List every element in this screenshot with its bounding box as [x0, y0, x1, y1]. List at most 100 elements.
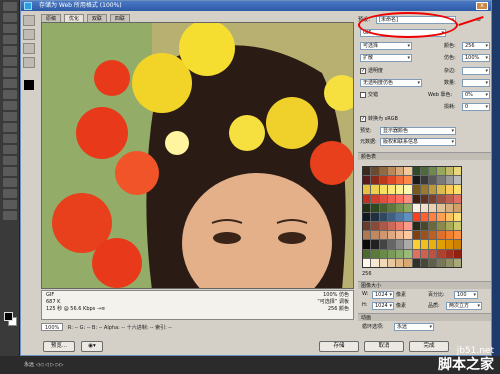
move-tool-icon[interactable]: [3, 2, 17, 11]
amount-select[interactable]: [462, 79, 490, 87]
color-table-swatch[interactable]: [437, 185, 445, 194]
color-table-swatch[interactable]: [363, 212, 371, 222]
loop-select[interactable]: 永远: [394, 323, 434, 331]
color-table-swatch[interactable]: [379, 240, 387, 249]
color-table-swatch[interactable]: [437, 258, 445, 267]
color-table-swatch[interactable]: [371, 185, 379, 194]
preview-select[interactable]: 显示器颜色: [380, 127, 456, 135]
color-table-swatch[interactable]: [420, 185, 428, 194]
color-table-swatch[interactable]: [363, 231, 371, 240]
color-table-swatch[interactable]: [387, 222, 395, 231]
color-table-swatch[interactable]: [363, 194, 371, 203]
color-table-swatch[interactable]: [420, 176, 428, 185]
color-table-swatch[interactable]: [396, 203, 404, 212]
color-table-swatch[interactable]: [412, 258, 420, 267]
color-table-swatch[interactable]: [363, 222, 371, 231]
color-table-swatch[interactable]: [379, 258, 387, 267]
color-table-swatch[interactable]: [429, 167, 437, 176]
color-table-swatch[interactable]: [396, 222, 404, 231]
metadata-select[interactable]: 版权和联系信息: [380, 138, 456, 146]
color-table-swatch[interactable]: [379, 167, 387, 176]
hand-tool-icon[interactable]: [3, 200, 17, 209]
color-reduction-select[interactable]: 可选择: [360, 42, 412, 50]
eraser-tool-icon[interactable]: [3, 112, 17, 121]
color-table-swatch[interactable]: [371, 203, 379, 212]
color-table-swatch[interactable]: [404, 176, 412, 185]
color-table-swatch[interactable]: [429, 258, 437, 267]
color-table-swatch[interactable]: [453, 212, 461, 222]
color-table-swatch[interactable]: [412, 176, 420, 185]
color-table-swatch[interactable]: [363, 203, 371, 212]
color-table-swatch[interactable]: [363, 185, 371, 194]
browser-icon[interactable]: ◉▾: [81, 341, 103, 352]
color-table-swatch[interactable]: [387, 203, 395, 212]
color-table-swatch[interactable]: [396, 176, 404, 185]
color-table-swatch[interactable]: [453, 231, 461, 240]
color-table-swatch[interactable]: [437, 203, 445, 212]
color-table-swatch[interactable]: [445, 212, 453, 222]
color-table-swatch[interactable]: [412, 222, 420, 231]
zoom-tool-icon[interactable]: [23, 43, 35, 54]
magic-wand-tool-icon[interactable]: [3, 35, 17, 44]
color-table-swatch[interactable]: [412, 231, 420, 240]
color-table-swatch[interactable]: [437, 212, 445, 222]
color-table[interactable]: [362, 166, 462, 268]
color-table-swatch[interactable]: [404, 231, 412, 240]
shape-tool-icon[interactable]: [3, 189, 17, 198]
color-table-swatch[interactable]: [445, 222, 453, 231]
color-table-swatch[interactable]: [404, 258, 412, 267]
color-table-swatch[interactable]: [387, 258, 395, 267]
matte-select[interactable]: [462, 67, 490, 75]
color-table-header[interactable]: 颜色表: [358, 152, 491, 160]
color-table-swatch[interactable]: [404, 185, 412, 194]
color-table-swatch[interactable]: [379, 222, 387, 231]
color-table-swatch[interactable]: [453, 167, 461, 176]
color-table-swatch[interactable]: [387, 194, 395, 203]
height-input[interactable]: 1024: [372, 302, 394, 310]
foreground-color-swatch[interactable]: [4, 312, 13, 321]
color-table-swatch[interactable]: [371, 240, 379, 249]
color-table-swatch[interactable]: [445, 167, 453, 176]
color-table-swatch[interactable]: [396, 249, 404, 258]
color-table-swatch[interactable]: [429, 194, 437, 203]
brush-tool-icon[interactable]: [3, 79, 17, 88]
web-snap-select[interactable]: 0%: [462, 91, 490, 99]
color-table-swatch[interactable]: [453, 240, 461, 249]
color-table-swatch[interactable]: [445, 185, 453, 194]
color-table-swatch[interactable]: [371, 176, 379, 185]
color-table-swatch[interactable]: [429, 185, 437, 194]
path-select-tool-icon[interactable]: [3, 178, 17, 187]
color-table-swatch[interactable]: [420, 194, 428, 203]
quality-select[interactable]: 两次立方: [446, 302, 482, 310]
color-table-swatch[interactable]: [371, 194, 379, 203]
transparency-checkbox[interactable]: ✓: [360, 67, 366, 74]
color-table-swatch[interactable]: [437, 249, 445, 258]
history-brush-tool-icon[interactable]: [3, 101, 17, 110]
hand-tool-icon[interactable]: [23, 15, 35, 26]
zoom-select[interactable]: 100%: [41, 323, 64, 331]
color-table-swatch[interactable]: [371, 167, 379, 176]
tab-original[interactable]: 原稿: [41, 14, 62, 22]
pen-tool-icon[interactable]: [3, 156, 17, 165]
color-table-swatch[interactable]: [453, 222, 461, 231]
color-table-swatch[interactable]: [445, 240, 453, 249]
color-table-swatch[interactable]: [387, 240, 395, 249]
color-table-swatch[interactable]: [412, 185, 420, 194]
color-table-swatch[interactable]: [379, 249, 387, 258]
speed-menu-icon[interactable]: →≡: [97, 306, 105, 312]
slice-select-tool-icon[interactable]: [23, 29, 35, 40]
zoom-tool-icon[interactable]: [3, 211, 17, 220]
color-table-swatch[interactable]: [379, 194, 387, 203]
color-table-swatch[interactable]: [420, 212, 428, 222]
eyedropper-tool-icon[interactable]: [23, 57, 35, 68]
color-table-swatch[interactable]: [379, 212, 387, 222]
cancel-button[interactable]: 取消: [364, 341, 404, 352]
color-table-swatch[interactable]: [363, 176, 371, 185]
color-table-swatch[interactable]: [379, 231, 387, 240]
close-icon[interactable]: x: [476, 2, 488, 10]
color-table-swatch[interactable]: [404, 249, 412, 258]
color-table-swatch[interactable]: [437, 222, 445, 231]
marquee-tool-icon[interactable]: [3, 13, 17, 22]
color-table-swatch[interactable]: [396, 167, 404, 176]
color-table-swatch[interactable]: [404, 212, 412, 222]
